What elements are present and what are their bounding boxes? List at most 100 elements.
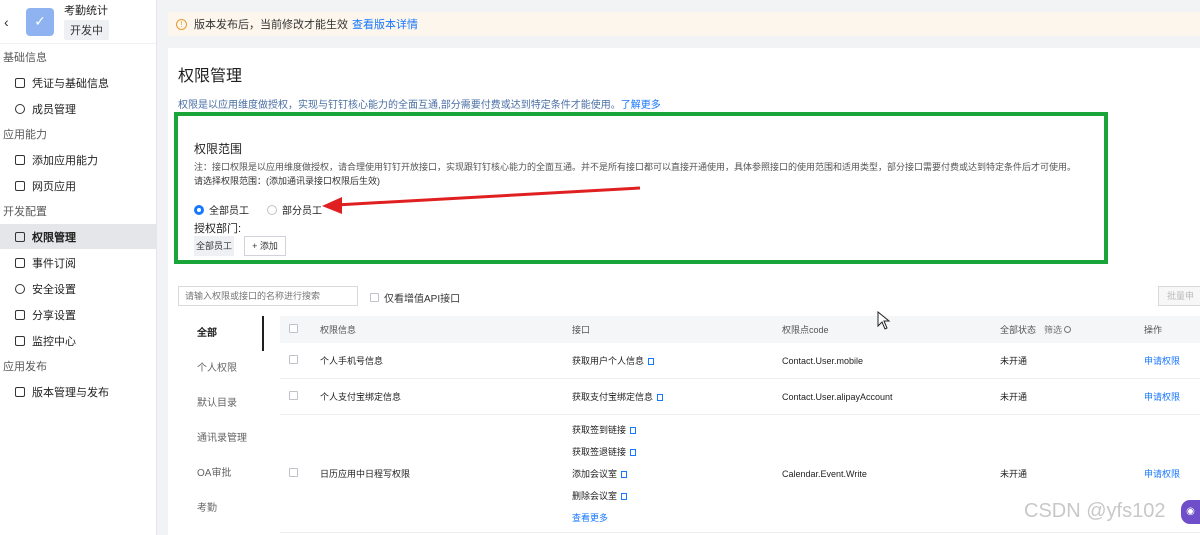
back-arrow-icon[interactable]: ‹: [4, 14, 18, 30]
credential-icon: [15, 77, 25, 88]
search-icon[interactable]: [1064, 326, 1072, 333]
page-description: 权限是以应用维度做授权，实现与钉钉核心能力的全面互通,部分需要付费或达到特定条件…: [178, 96, 661, 111]
scope-title: 权限范围: [194, 142, 243, 156]
app-status-badge: 开发中: [64, 19, 109, 40]
perm-name: 个人手机号信息: [320, 356, 384, 366]
person-icon: [15, 103, 25, 114]
add-dept-button[interactable]: + 添加: [244, 236, 286, 256]
search-input[interactable]: [178, 286, 358, 306]
doc-icon[interactable]: [630, 448, 637, 456]
doc-icon[interactable]: [621, 470, 628, 478]
perm-status: 未开通: [1000, 356, 1028, 366]
sidebar-item-label: 网页应用: [32, 180, 76, 193]
row-checkbox[interactable]: [289, 391, 298, 400]
apply-permission-link[interactable]: 申请权限: [1140, 390, 1200, 403]
checkbox-icon: [370, 293, 379, 302]
category-personal[interactable]: 个人权限: [178, 351, 264, 386]
radio-all-employees[interactable]: 全部员工: [194, 202, 249, 217]
filter-label[interactable]: 筛选: [1044, 323, 1062, 336]
apply-permission-link[interactable]: 申请权限: [1140, 354, 1200, 367]
sidebar-item-version[interactable]: 版本管理与发布: [0, 379, 156, 404]
row-checkbox[interactable]: [289, 468, 298, 477]
sidebar-item-label: 凭证与基础信息: [32, 77, 109, 90]
batch-apply-button[interactable]: 批量申: [1158, 286, 1200, 306]
sidebar-item-share[interactable]: 分享设置: [0, 302, 156, 327]
nav-group-capability: 应用能力: [3, 129, 47, 141]
api-cell: 获取签到链接 获取签退链接 添加会议室 删除会议室 查看更多: [568, 419, 778, 529]
perm-name: 个人支付宝绑定信息: [320, 392, 402, 402]
sidebar-item-security[interactable]: 安全设置: [0, 276, 156, 301]
sidebar: ‹ ✓ 考勤统计 开发中 基础信息 凭证与基础信息 成员管理 应用能力 添加应用…: [0, 0, 157, 535]
sidebar-item-credentials[interactable]: 凭证与基础信息: [0, 70, 156, 95]
mouse-cursor-icon: [877, 311, 891, 330]
radio-partial-employees[interactable]: 部分员工: [267, 202, 322, 217]
api-name: 获取支付宝绑定信息: [572, 392, 654, 402]
category-all[interactable]: 全部: [178, 316, 264, 351]
perm-code: Contact.User.alipayAccount: [782, 391, 893, 402]
scope-note: 注：接口权限是以应用维度做授权，请合理使用钉钉开放接口，实现跟钉钉核心能力的全面…: [194, 162, 1077, 172]
api-cell: 获取支付宝绑定信息: [568, 390, 778, 403]
radio-checked-icon: [194, 204, 204, 215]
header-perm: 权限信息: [320, 325, 357, 335]
shield-icon: [15, 283, 25, 294]
banner-text: 版本发布后，当前修改才能生效: [194, 19, 348, 31]
layers-icon: [15, 386, 25, 397]
perm-status: 未开通: [1000, 469, 1028, 479]
scope-prompt: 请选择权限范围：(添加通讯录接口权限后生效): [194, 176, 380, 186]
dept-label: 授权部门:: [194, 223, 242, 235]
doc-icon[interactable]: [630, 426, 637, 434]
version-banner: ! 版本发布后，当前修改才能生效 查看版本详情: [168, 12, 1200, 36]
perm-name: 日历应用中日程写权限: [320, 469, 411, 479]
sidebar-item-events[interactable]: 事件订阅: [0, 250, 156, 275]
category-attendance[interactable]: 考勤: [178, 491, 264, 526]
app-logo: ✓: [26, 7, 54, 36]
select-all-checkbox[interactable]: [289, 324, 298, 333]
sidebar-item-monitor[interactable]: 监控中心: [0, 328, 156, 353]
sidebar-item-permissions[interactable]: 权限管理: [0, 224, 156, 249]
api-name: 删除会议室: [572, 490, 618, 501]
nav-group-release: 应用发布: [3, 361, 47, 373]
warning-icon: !: [176, 18, 187, 30]
table-header: 权限信息 接口 权限点code 全部状态 筛选 操作: [280, 316, 1200, 343]
category-contacts[interactable]: 通讯录管理: [178, 421, 264, 456]
sidebar-item-label: 成员管理: [32, 103, 76, 116]
nav-group-dev-config: 开发配置: [3, 206, 47, 218]
sidebar-item-webpage[interactable]: 网页应用: [0, 173, 156, 198]
event-icon: [15, 257, 25, 268]
sidebar-item-label: 分享设置: [32, 309, 76, 322]
add-capability-icon: [15, 154, 25, 165]
share-icon: [15, 309, 25, 320]
perm-code: Contact.User.mobile: [782, 355, 864, 366]
app-header: ‹ ✓ 考勤统计 开发中: [0, 0, 156, 44]
api-cell: 获取用户个人信息: [568, 354, 778, 367]
row-checkbox[interactable]: [289, 355, 298, 364]
permission-icon: [15, 231, 25, 242]
status-filter-label: 全部状态: [1000, 325, 1037, 335]
radio-label: 部分员工: [282, 206, 322, 217]
doc-icon[interactable]: [621, 492, 628, 500]
header-status[interactable]: 全部状态 筛选: [996, 323, 1140, 336]
doc-icon[interactable]: [648, 358, 655, 366]
category-calendar[interactable]: 日程: [178, 526, 264, 535]
api-name: 获取用户个人信息: [572, 356, 645, 366]
doc-icon[interactable]: [657, 394, 664, 402]
app-name: 考勤统计: [64, 4, 108, 17]
sidebar-item-members[interactable]: 成员管理: [0, 96, 156, 121]
page-desc-text: 权限是以应用维度做授权，实现与钉钉核心能力的全面互通,部分需要付费或达到特定条件…: [178, 100, 621, 111]
banner-link[interactable]: 查看版本详情: [352, 16, 418, 32]
api-name: 添加会议室: [572, 468, 618, 479]
category-list: 全部 个人权限 默认目录 通讯录管理 OA审批 考勤 日程: [178, 316, 264, 535]
category-oa[interactable]: OA审批: [178, 456, 264, 491]
category-default[interactable]: 默认目录: [178, 386, 264, 421]
learn-more-link[interactable]: 了解更多: [621, 100, 661, 111]
nav-group-basic: 基础信息: [3, 52, 47, 64]
apply-permission-link[interactable]: 申请权限: [1140, 467, 1200, 480]
api-only-checkbox[interactable]: 仅看增值API接口: [370, 290, 460, 305]
webpage-icon: [15, 180, 25, 191]
header-api: 接口: [572, 325, 591, 335]
perm-code: Calendar.Event.Write: [782, 468, 867, 479]
add-label: 添加: [259, 241, 278, 251]
view-more-link[interactable]: 查看更多: [572, 507, 778, 529]
purple-assistant-icon[interactable]: ◉: [1181, 500, 1200, 524]
sidebar-item-add-capability[interactable]: 添加应用能力: [0, 147, 156, 172]
